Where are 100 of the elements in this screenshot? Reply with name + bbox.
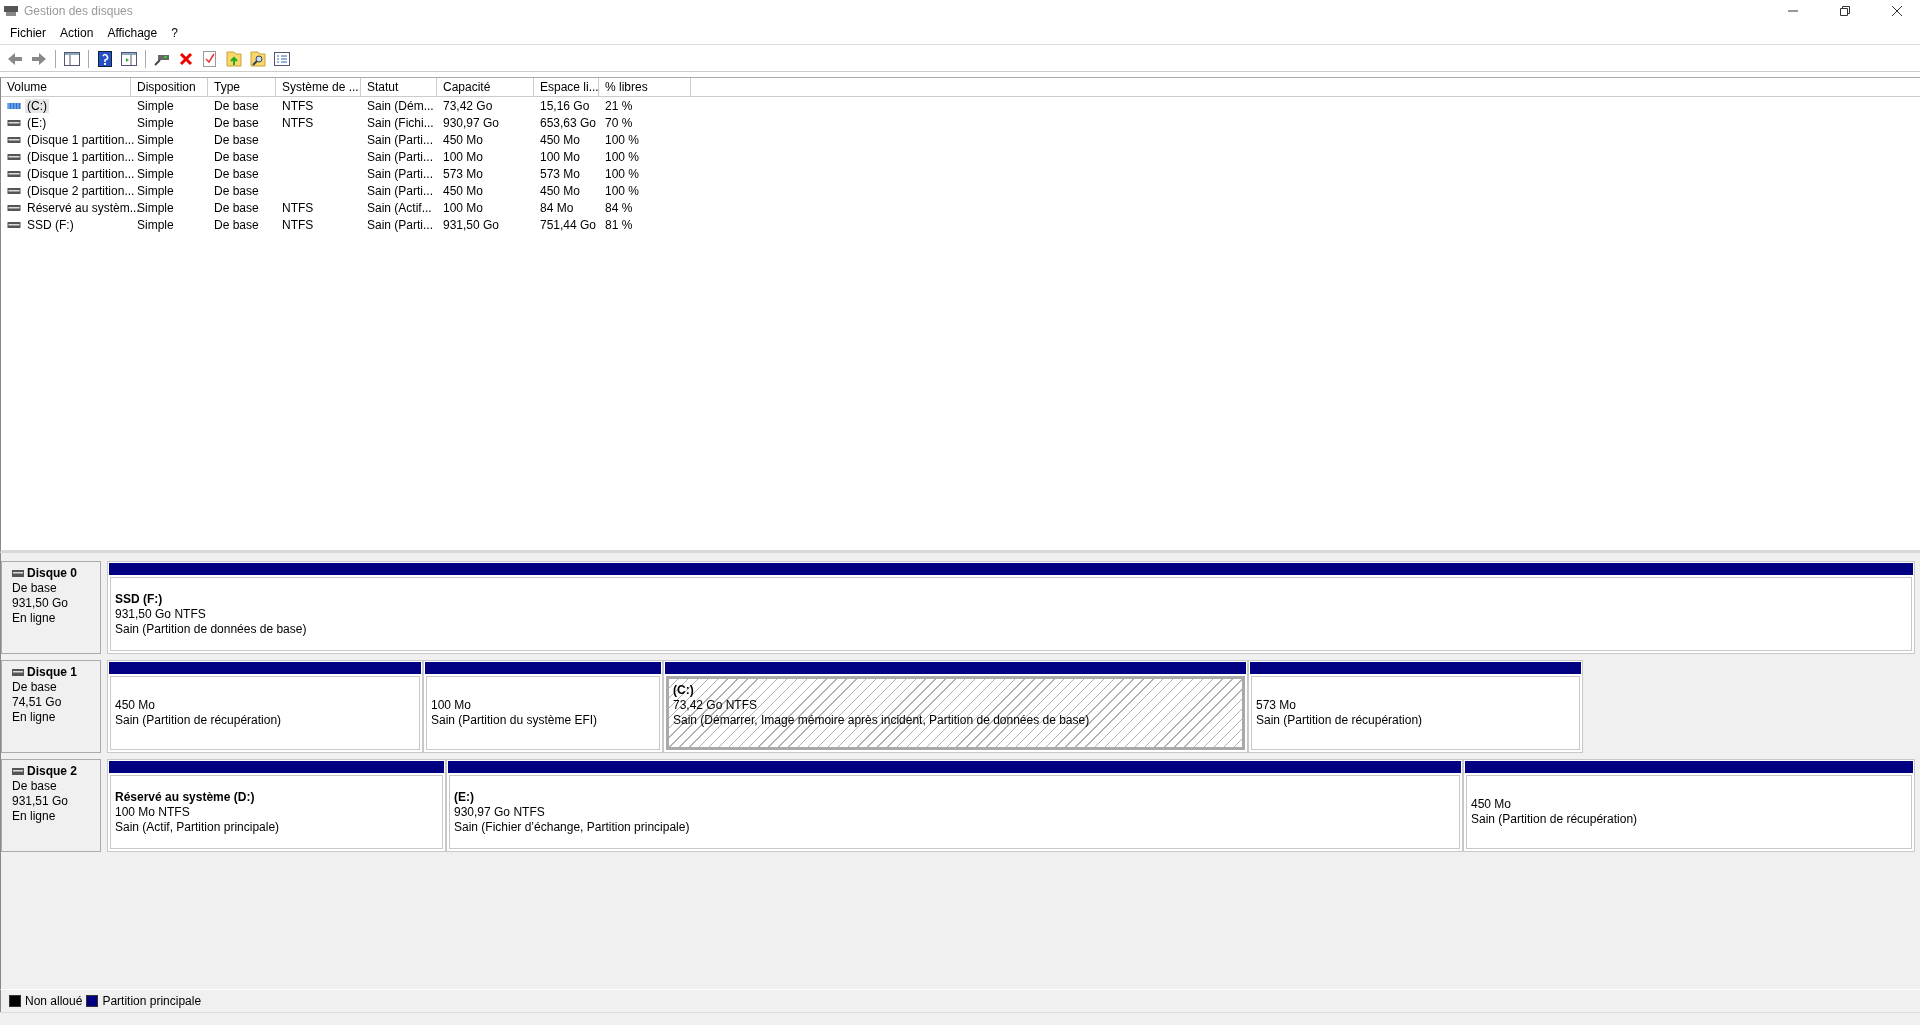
drive-letter-cell[interactable]: (C:): [25, 98, 49, 113]
column-header[interactable]: Volume: [1, 78, 131, 96]
disk-state: En ligne: [12, 710, 57, 725]
table-cell: De base: [214, 183, 259, 198]
column-header[interactable]: % libres: [599, 78, 691, 96]
table-cell: Sain (Parti...: [367, 132, 434, 147]
table-cell: 81 %: [605, 217, 633, 232]
drive-icon: [7, 220, 21, 229]
partition-block[interactable]: (C:) 73,42 Go NTFS Sain (Démarrer, Image mémoire après incident, Partition de données de base): [663, 660, 1248, 753]
table-cell: 84 %: [605, 200, 633, 215]
table-cell: 100 Mo: [540, 149, 581, 164]
partition-size: 931,50 Go NTFS: [115, 606, 206, 622]
disk-name: Disque 2: [27, 764, 77, 779]
disk-size: 74,51 Go: [12, 695, 63, 710]
disk-label-panel[interactable]: Disque 0 De base 931,50 Go En ligne: [1, 561, 101, 654]
disk-size: 931,50 Go: [12, 596, 70, 611]
table-cell: De base: [214, 132, 259, 147]
restore-icon: [1840, 6, 1850, 16]
legend-label: Non alloué: [25, 994, 83, 1008]
column-header[interactable]: Espace li...: [534, 78, 599, 96]
action-pane-icon: [121, 52, 137, 66]
drive-icon: [7, 152, 21, 161]
table-cell: 573 Mo: [443, 166, 484, 181]
drive-letter-cell[interactable]: (Disque 1 partition...: [25, 149, 137, 164]
disk-icon: [12, 768, 24, 775]
column-header[interactable]: Disposition: [131, 78, 208, 96]
menu-item[interactable]: Fichier: [3, 24, 53, 42]
drive-letter-cell[interactable]: (Disque 2 partition...: [25, 183, 137, 198]
partition-size: 100 Mo: [431, 698, 472, 713]
table-cell: 100 %: [605, 149, 640, 164]
drive-icon: [7, 169, 21, 178]
table-cell: NTFS: [282, 217, 314, 232]
properties-list-icon: [274, 52, 290, 66]
partition-size: 930,97 Go NTFS: [454, 804, 545, 820]
disk-label-panel[interactable]: Disque 2 De base 931,51 Go En ligne: [1, 759, 101, 852]
partition-block[interactable]: 573 Mo Sain (Partition de récupération): [1248, 660, 1583, 753]
partition-status: Sain (Partition de récupération): [1471, 812, 1638, 827]
drive-letter-cell[interactable]: (E:): [25, 115, 49, 130]
table-cell: 100 %: [605, 132, 640, 147]
window-title: Gestion des disques: [24, 4, 134, 18]
table-cell: 450 Mo: [443, 132, 484, 147]
table-cell: De base: [214, 98, 259, 113]
table-cell: Sain (Dém...: [367, 98, 434, 113]
table-cell: Simple: [137, 166, 174, 181]
partition-block[interactable]: 450 Mo Sain (Partition de récupération): [107, 660, 423, 753]
column-header[interactable]: Système de ...: [276, 78, 361, 96]
table-cell: De base: [214, 115, 259, 130]
drive-letter-cell[interactable]: (Disque 1 partition...: [25, 166, 137, 181]
table-cell: 751,44 Go: [540, 217, 597, 232]
table-cell: 930,97 Go: [443, 115, 500, 130]
disk-type: De base: [12, 581, 58, 596]
table-cell: NTFS: [282, 98, 314, 113]
legend-label: Partition principale: [102, 994, 202, 1008]
column-header[interactable]: Capacité: [437, 78, 534, 96]
table-cell: 21 %: [605, 98, 633, 113]
table-cell: Simple: [137, 200, 174, 215]
menu-item[interactable]: ?: [164, 24, 185, 42]
drive-letter-cell[interactable]: SSD (F:): [25, 217, 76, 232]
table-cell: De base: [214, 217, 259, 232]
table-cell: 70 %: [605, 115, 633, 130]
table-cell: Simple: [137, 149, 174, 164]
table-cell: Sain (Fichi...: [367, 115, 434, 130]
disk-state: En ligne: [12, 611, 57, 626]
partition-size: 450 Mo: [115, 698, 156, 713]
menu-item[interactable]: Action: [53, 24, 101, 42]
table-cell: Simple: [137, 217, 174, 232]
partition-name: Réservé au système (D:): [115, 789, 255, 805]
disk-label-panel[interactable]: Disque 1 De base 74,51 Go En ligne: [1, 660, 101, 753]
partition-block[interactable]: 100 Mo Sain (Partition du système EFI): [423, 660, 663, 753]
disk-icon: [12, 570, 24, 577]
disk-name: Disque 1: [27, 665, 77, 680]
table-cell: Simple: [137, 132, 174, 147]
folder-search-icon: [250, 51, 266, 67]
table-cell: NTFS: [282, 200, 314, 215]
table-cell: 450 Mo: [540, 132, 581, 147]
checklist-icon: [203, 51, 217, 67]
menu-item[interactable]: Affichage: [100, 24, 165, 42]
folder-search-button[interactable]: [247, 48, 269, 70]
partition-block[interactable]: Réservé au système (D:) 100 Mo NTFS Sain (Actif, Partition principale): [107, 759, 446, 852]
drive-icon: [7, 203, 21, 212]
back-arrow-icon: [7, 52, 23, 66]
partition-size: 100 Mo NTFS: [115, 804, 190, 820]
drive-letter-cell[interactable]: (Disque 1 partition...: [25, 132, 137, 147]
partition-block[interactable]: (E:) 930,97 Go NTFS Sain (Fichier d’échange, Partition principale): [446, 759, 1463, 852]
drive-icon: [7, 186, 21, 195]
column-header[interactable]: Type: [208, 78, 276, 96]
table-cell: 100 Mo: [443, 149, 484, 164]
disk-state: En ligne: [12, 809, 57, 824]
table-cell: De base: [214, 200, 259, 215]
close-icon: [1892, 6, 1902, 16]
disk-name: Disque 0: [27, 566, 77, 581]
column-header[interactable]: Statut: [361, 78, 437, 96]
drive-icon: [7, 118, 21, 127]
partition-block[interactable]: 450 Mo Sain (Partition de récupération): [1463, 759, 1915, 852]
table-cell: Sain (Actif...: [367, 200, 432, 215]
drive-icon: [7, 135, 21, 144]
partition-status: Sain (Fichier d’échange, Partition principale): [454, 819, 690, 835]
partition-name: (C:): [673, 683, 694, 698]
partition-block[interactable]: SSD (F:) 931,50 Go NTFS Sain (Partition de données de base): [107, 561, 1915, 654]
table-cell: 84 Mo: [540, 200, 574, 215]
